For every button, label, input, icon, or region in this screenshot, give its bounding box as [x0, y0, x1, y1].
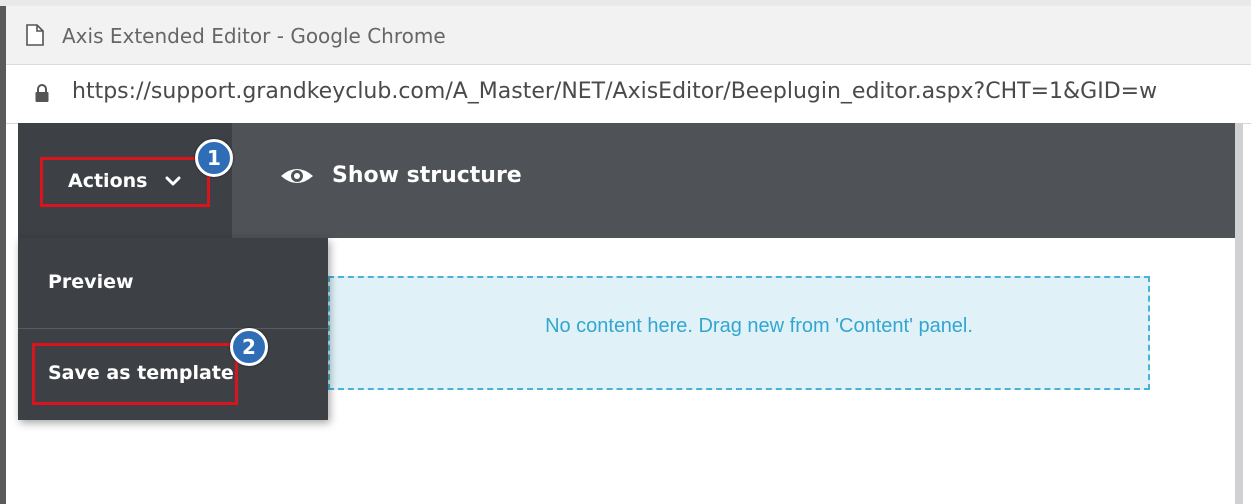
address-bar[interactable]: https://support.grandkeyclub.com/A_Maste…: [6, 64, 1251, 124]
url-text[interactable]: https://support.grandkeyclub.com/A_Maste…: [72, 79, 1157, 104]
editor-right-edge: [1235, 123, 1243, 504]
menu-item-save-as-template[interactable]: Save as template: [18, 329, 328, 420]
eye-icon: [281, 168, 313, 183]
show-structure-label: Show structure: [332, 163, 522, 188]
show-structure-button[interactable]: Show structure: [280, 163, 522, 188]
actions-label: Actions: [68, 170, 148, 192]
menu-item-label: Preview: [48, 271, 134, 293]
step-badge-1: 1: [195, 139, 233, 177]
editor-toolbar: Actions Show structure: [18, 123, 1243, 238]
dropzone-message: No content here. Drag new from 'Content'…: [545, 314, 973, 337]
content-dropzone[interactable]: No content here. Drag new from 'Content'…: [328, 276, 1150, 390]
actions-panel: Actions: [18, 123, 232, 238]
menu-item-preview[interactable]: Preview: [18, 238, 328, 328]
step-badge-2: 2: [230, 328, 268, 366]
menu-item-label: Save as template: [48, 362, 234, 384]
lock-icon: [35, 84, 49, 102]
window-title: Axis Extended Editor - Google Chrome: [62, 24, 446, 48]
document-icon: [26, 24, 44, 46]
actions-dropdown: Preview Save as template: [18, 238, 328, 420]
editor-app: Actions Show structure No content here. …: [18, 123, 1243, 504]
title-bar: Axis Extended Editor - Google Chrome: [6, 6, 1251, 64]
browser-window: Axis Extended Editor - Google Chrome htt…: [6, 6, 1251, 504]
actions-button[interactable]: Actions: [40, 157, 208, 205]
chevron-down-icon: [165, 176, 181, 186]
